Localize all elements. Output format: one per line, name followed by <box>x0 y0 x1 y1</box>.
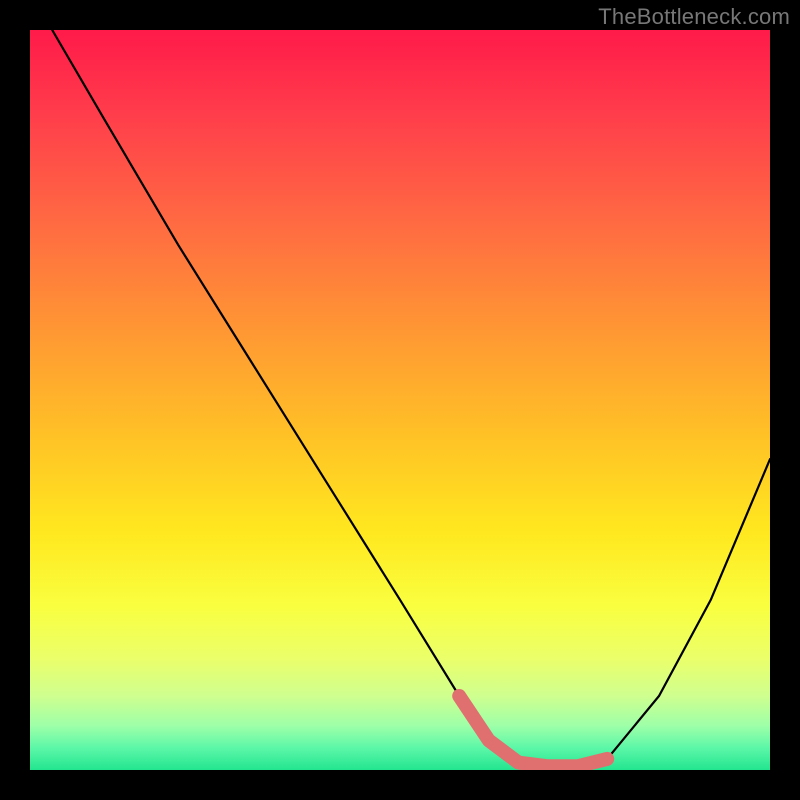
optimal-range-highlight <box>459 696 607 766</box>
curve-layer <box>30 30 770 770</box>
bottleneck-curve <box>52 30 770 766</box>
watermark-text: TheBottleneck.com <box>598 4 790 30</box>
chart-frame: TheBottleneck.com <box>0 0 800 800</box>
plot-area <box>30 30 770 770</box>
